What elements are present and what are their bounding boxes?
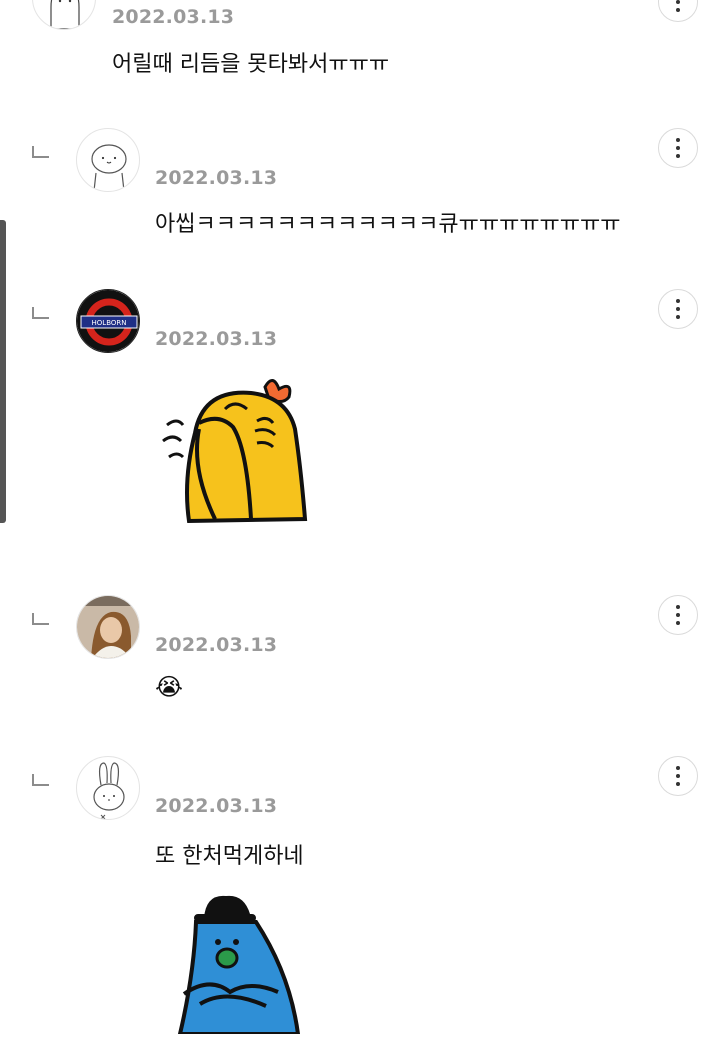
comment-text: 어릴때 리듬을 못타봐서ㅠㅠㅠ [112,52,390,77]
reply-arrow-icon [32,307,49,319]
comment-text: 아씹ㅋㅋㅋㅋㅋㅋㅋㅋㅋㅋㅋㅋ큐ㅠㅠㅠㅠㅠㅠㅠㅠ [155,212,621,237]
comment-date: 2022.03.13 [112,6,235,28]
more-options-button[interactable] [658,128,698,168]
reply-arrow-icon [32,774,49,786]
comment-date: 2022.03.13 [155,328,278,350]
more-options-button[interactable] [658,289,698,329]
comment-reply: HOLBORN 2022.03.13 [0,289,720,539]
avatar[interactable] [76,756,140,820]
avatar[interactable] [32,0,96,30]
more-options-button[interactable] [658,756,698,796]
avatar[interactable] [76,595,140,659]
avatar[interactable] [76,128,140,192]
comment-date: 2022.03.13 [155,167,278,189]
comment-reply: 2022.03.13 또 한처먹게하네 [0,756,720,1036]
comment-text: 또 한처먹게하네 [155,844,304,869]
holborn-badge-text: HOLBORN [92,319,127,327]
crying-yellow-bird-sticker [155,369,315,533]
blue-character-bowler-hat-sticker [170,884,310,1038]
reply-arrow-icon [32,146,49,158]
comment-item: 2022.03.13 어릴때 리듬을 못타봐서ㅠㅠㅠ [0,0,720,100]
comment-reply: 2022.03.13 😭 [0,595,720,725]
comment-date: 2022.03.13 [155,795,278,817]
avatar[interactable]: HOLBORN [76,289,140,353]
more-options-button[interactable] [658,595,698,635]
comment-emoji: 😭 [155,673,184,701]
more-options-button[interactable] [658,0,698,22]
comment-reply: 2022.03.13 아씹ㅋㅋㅋㅋㅋㅋㅋㅋㅋㅋㅋㅋ큐ㅠㅠㅠㅠㅠㅠㅠㅠ [0,128,720,248]
comment-date: 2022.03.13 [155,634,278,656]
reply-arrow-icon [32,613,49,625]
